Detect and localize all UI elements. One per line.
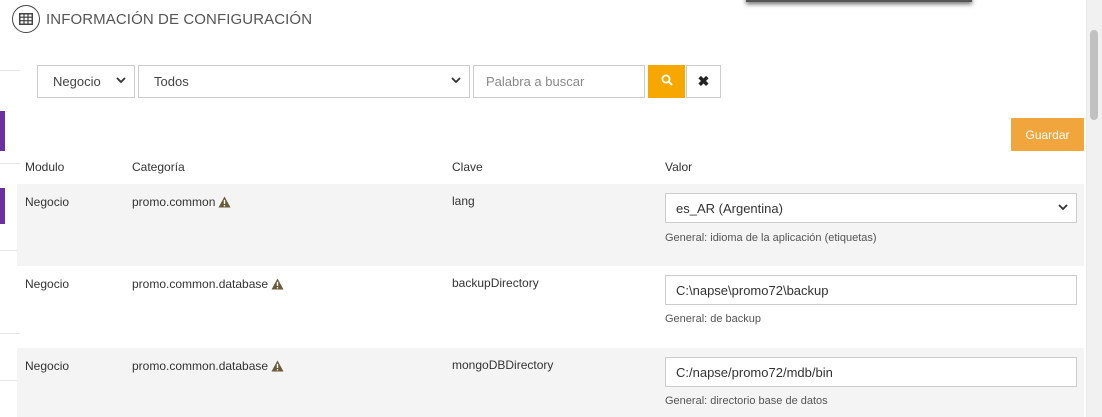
value-input[interactable]: C:/napse/promo72/mdb/bin [665, 357, 1077, 387]
value-input[interactable]: C:\napse\promo72\backup [665, 275, 1077, 305]
value-input-text: C:/napse/promo72/mdb/bin [676, 364, 833, 380]
module-select[interactable]: Negocio [37, 65, 135, 98]
column-header-modulo: Modulo [25, 160, 65, 174]
chevron-down-icon [116, 75, 126, 87]
save-button[interactable]: Guardar [1011, 118, 1084, 151]
column-header-valor: Valor [665, 160, 693, 174]
cell-clave: lang [452, 194, 475, 208]
category-select[interactable]: Todos [138, 65, 470, 98]
value-input-text: C:\napse\promo72\backup [676, 282, 829, 298]
clear-button[interactable]: ✖ [686, 65, 721, 98]
search-icon [661, 73, 673, 91]
vertical-scrollbar[interactable] [1086, 0, 1102, 417]
category-label: promo.common.database [132, 359, 269, 373]
cell-clave: mongoDBDirectory [452, 358, 554, 372]
left-divider [0, 163, 20, 164]
warning-icon [218, 196, 231, 211]
column-header-clave: Clave [452, 160, 483, 174]
category-label: promo.common [132, 195, 216, 209]
left-active-indicator [0, 111, 5, 151]
cell-categoria: promo.common [132, 195, 231, 211]
scrollbar-thumb[interactable] [1090, 30, 1098, 120]
page-title: INFORMACIÓN DE CONFIGURACIÓN [46, 11, 313, 28]
chevron-down-icon [451, 75, 461, 87]
search-button[interactable] [648, 65, 685, 98]
left-active-indicator [0, 188, 5, 224]
cell-clave: backupDirectory [452, 276, 539, 290]
table-row: Negocio promo.common lang es_AR (Argenti… [17, 184, 1084, 266]
cell-modulo: Negocio [25, 359, 70, 373]
value-select[interactable]: es_AR (Argentina) [665, 193, 1077, 223]
value-select-text: es_AR (Argentina) [676, 200, 783, 216]
warning-icon [271, 360, 284, 375]
floating-popup-edge [746, 0, 972, 2]
table-row: Negocio promo.common.database mongoDBDir… [17, 348, 1084, 417]
table-row: Negocio promo.common.database backupDire… [17, 266, 1084, 348]
value-description: General: idioma de la aplicación (etique… [665, 232, 877, 244]
category-select-value: Todos [154, 74, 189, 89]
column-header-categoria: Categoría [132, 160, 185, 174]
warning-icon [271, 278, 284, 293]
close-icon: ✖ [697, 73, 710, 89]
left-divider [0, 70, 20, 71]
table-icon [12, 5, 40, 33]
cell-modulo: Negocio [25, 277, 70, 291]
cell-categoria: promo.common.database [132, 359, 284, 375]
search-input[interactable] [473, 65, 645, 98]
chevron-down-icon [1058, 202, 1068, 214]
category-label: promo.common.database [132, 277, 269, 291]
cell-categoria: promo.common.database [132, 277, 284, 293]
cell-modulo: Negocio [25, 195, 70, 209]
value-description: General: directorio base de datos [665, 395, 828, 407]
value-description: General: de backup [665, 313, 762, 325]
module-select-value: Negocio [53, 74, 101, 89]
